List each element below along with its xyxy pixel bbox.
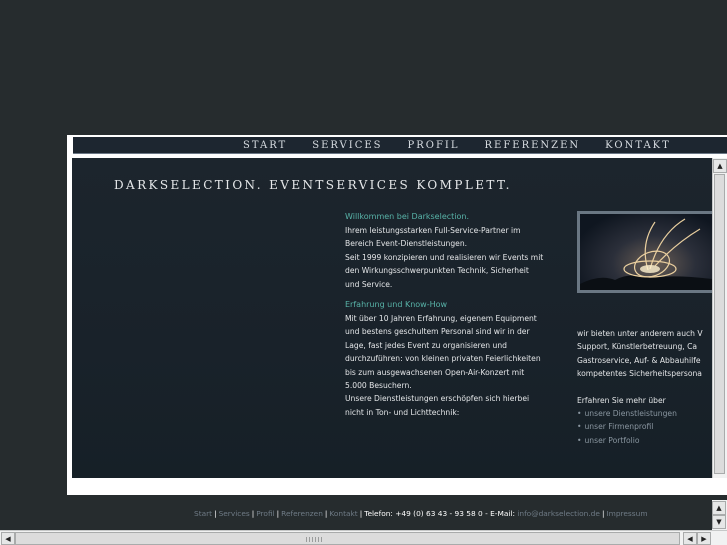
link-firmenprofil[interactable]: • unser Firmenprofil: [577, 420, 712, 434]
experience-line: durchzuführen: von kleinen privaten Feie…: [345, 354, 541, 364]
footer-email-label: E-Mail:: [490, 509, 515, 518]
arrow-right-icon: ▶: [701, 534, 707, 543]
bullet-icon: •: [577, 408, 582, 418]
scroll-thumb[interactable]: [714, 174, 725, 474]
main-nav: START SERVICES PROFIL REFERENZEN KONTAKT: [73, 137, 727, 154]
arrow-up-icon: ▲: [716, 504, 722, 512]
experience-line: nicht in Ton- und Lichttechnik:: [345, 407, 460, 417]
event-photo: [577, 211, 712, 293]
experience-line: Mit über 10 Jahren Erfahrung, eigenem Eq…: [345, 314, 537, 324]
link-dienstleistungen[interactable]: • unsere Dienstleistungen: [577, 407, 712, 421]
experience-line: Lage, fast jedes Event zu organisieren u…: [345, 340, 507, 350]
link-label: unsere Dienstleistungen: [584, 408, 677, 418]
intro-line: Ihrem leistungsstarken Full-Service-Part…: [345, 226, 521, 235]
nav-kontakt[interactable]: KONTAKT: [605, 140, 671, 151]
grip-icon: [306, 537, 322, 542]
nav-services[interactable]: SERVICES: [312, 140, 382, 151]
scroll-left-button[interactable]: ◀: [1, 532, 15, 545]
teaser-line: wir bieten unter anderem auch V: [577, 329, 703, 338]
experience-line: Unsere Dienstleistungen erschöpfen sich …: [345, 394, 530, 404]
footer-phone: Telefon: +49 (0) 63 43 - 93 58 0: [364, 509, 483, 518]
scroll-up-button[interactable]: ▲: [713, 159, 727, 173]
nav-referenzen[interactable]: REFERENZEN: [485, 140, 581, 151]
window-vertical-scrollbar[interactable]: ▲ ▼: [712, 500, 727, 530]
nav-start[interactable]: START: [243, 140, 287, 151]
footer-link-services[interactable]: Services: [219, 509, 250, 518]
teaser-line: kompetentes Sicherheitspersona: [577, 369, 702, 379]
link-label: unser Portfolio: [584, 435, 640, 445]
arrow-down-icon: ▼: [716, 518, 722, 526]
more-title: Erfahren Sie mehr über: [577, 395, 666, 405]
horizontal-scrollbar[interactable]: ◀ ◀ ▶: [0, 530, 727, 545]
horizontal-scroll-thumb[interactable]: [15, 532, 680, 545]
intro-line: und Service.: [345, 279, 393, 289]
experience-line: bis zum ausgewachsenen Open-Air-Konzert …: [345, 367, 525, 377]
footer-link-impressum[interactable]: Impressum: [606, 509, 647, 518]
text-column: Willkommen bei Darkselection. Ihrem leis…: [345, 211, 567, 419]
services-teaser: wir bieten unter anderem auch V Support,…: [577, 327, 712, 447]
footer-link-start[interactable]: Start: [194, 509, 212, 518]
bullet-icon: •: [577, 435, 582, 445]
footer-email-link[interactable]: info@darkselection.de: [517, 509, 600, 518]
intro-text: Ihrem leistungsstarken Full-Service-Part…: [345, 224, 567, 291]
teaser-line: Gastroservice, Auf- & Abbauhilfe: [577, 355, 701, 365]
experience-text: Mit über 10 Jahren Erfahrung, eigenem Eq…: [345, 312, 567, 419]
intro-title: Willkommen bei Darkselection.: [345, 212, 470, 221]
intro-line: Seit 1999 konzipieren und realisieren wi…: [345, 252, 544, 262]
footer-link-referenzen[interactable]: Referenzen: [281, 509, 323, 518]
scroll-left-button-2[interactable]: ◀: [683, 532, 697, 545]
intro-line: den Wirkungsschwerpunkten Technik, Siche…: [345, 266, 529, 276]
teaser-text: wir bieten unter anderem auch V Support,…: [577, 327, 712, 381]
main-content: DARKSELECTION. EVENTSERVICES KOMPLETT. W…: [72, 158, 712, 478]
intro-line: Bereich Event-Dienstleistungen.: [345, 239, 468, 249]
arrow-left-icon: ◀: [687, 534, 693, 543]
scroll-right-button[interactable]: ▶: [697, 532, 711, 545]
link-label: unser Firmenprofil: [584, 422, 654, 432]
bullet-icon: •: [577, 422, 582, 432]
footer-link-profil[interactable]: Profil: [256, 509, 274, 518]
teaser-line: Support, Künstlerbetreuung, Ca: [577, 342, 698, 352]
window-scroll-up-button[interactable]: ▲: [712, 501, 726, 515]
link-portfolio[interactable]: • unser Portfolio: [577, 434, 712, 448]
footer-link-kontakt[interactable]: Kontakt: [329, 509, 357, 518]
arrow-up-icon: ▲: [717, 162, 723, 170]
window-scroll-down-button[interactable]: ▼: [712, 515, 726, 529]
experience-line: und bestens geschultem Personal sind wir…: [345, 327, 530, 337]
experience-line: 5.000 Besuchern.: [345, 381, 412, 391]
nav-profil[interactable]: PROFIL: [408, 140, 460, 151]
footer: Start | Services | Profil | Referenzen | Kontakt…: [194, 509, 648, 518]
experience-title: Erfahrung und Know-How: [345, 300, 448, 310]
page-headline: DARKSELECTION. EVENTSERVICES KOMPLETT.: [114, 178, 512, 192]
arrow-left-icon: ◀: [5, 534, 11, 543]
content-vertical-scrollbar[interactable]: ▲: [712, 158, 727, 478]
